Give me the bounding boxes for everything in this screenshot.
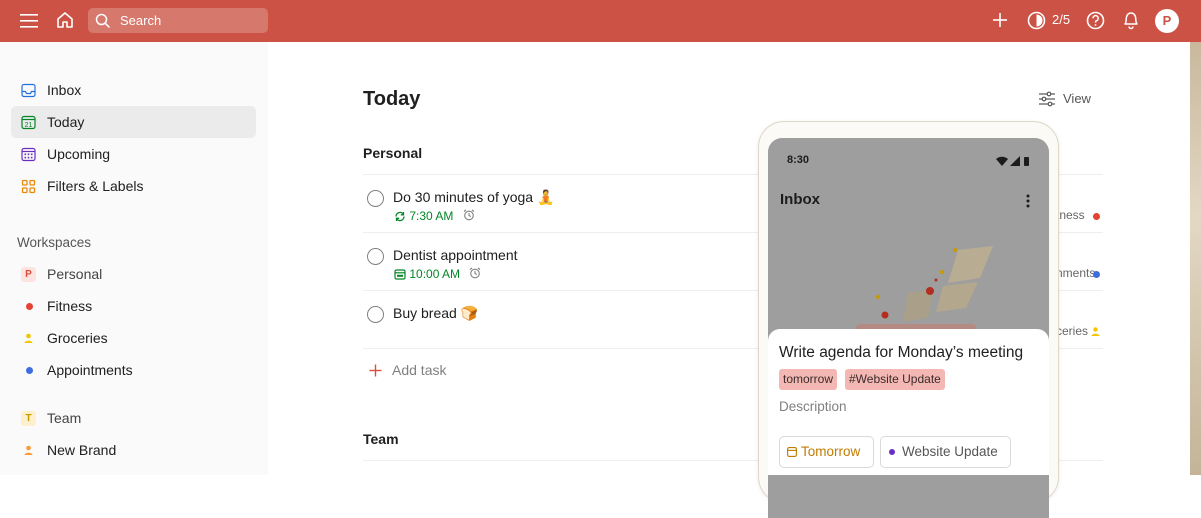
chip-project[interactable]: #Website Update xyxy=(845,369,945,390)
add-task-label: Add task xyxy=(392,362,447,378)
sidebar-item-today[interactable]: 21 Today xyxy=(11,106,256,138)
task-row[interactable]: Buy bread 🍞 xyxy=(363,299,783,349)
project-color-dot xyxy=(26,303,33,310)
calendar-today-icon: 21 xyxy=(21,115,36,130)
project-color-dot xyxy=(1093,271,1100,278)
task-checkbox[interactable] xyxy=(367,248,384,265)
filters-grid-icon xyxy=(21,179,36,194)
help-icon[interactable] xyxy=(1086,11,1105,30)
sidebar-item-label: Filters & Labels xyxy=(47,178,144,194)
view-settings-icon xyxy=(1039,91,1055,107)
sidebar-item-label: Personal xyxy=(47,266,103,282)
section-title-personal: Personal xyxy=(363,145,423,161)
search-placeholder: Search xyxy=(120,13,162,28)
task-project-tag[interactable]: ceries xyxy=(1056,324,1104,340)
sidebar-item-personal[interactable]: P Personal xyxy=(11,258,256,290)
sidebar-item-fitness[interactable]: Fitness xyxy=(11,290,256,322)
home-icon[interactable] xyxy=(55,10,75,30)
task-checkbox[interactable] xyxy=(367,190,384,207)
sheet-task-title[interactable]: Write agenda for Monday’s meeting xyxy=(779,344,1023,362)
window-edge-background xyxy=(1190,42,1201,475)
task-row[interactable]: Do 30 minutes of yoga 🧘 7:30 AM xyxy=(363,183,783,233)
search-input[interactable]: Search xyxy=(88,8,268,33)
sidebar-item-team[interactable]: T Team xyxy=(11,402,256,434)
alarm-icon xyxy=(469,267,481,279)
project-color-dot xyxy=(889,449,895,455)
recurring-icon xyxy=(395,211,405,222)
view-button[interactable]: View xyxy=(1038,88,1100,110)
productivity-icon[interactable] xyxy=(1027,11,1046,30)
menu-icon[interactable] xyxy=(20,13,38,29)
person-icon xyxy=(1091,327,1100,336)
task-title[interactable]: Do 30 minutes of yoga 🧘 xyxy=(393,189,554,206)
sidebar-item-appointments[interactable]: Appointments xyxy=(11,354,256,386)
calendar-grid-icon xyxy=(21,147,36,162)
search-icon xyxy=(95,13,111,29)
person-icon xyxy=(24,445,33,455)
person-icon xyxy=(24,333,33,343)
calendar-icon xyxy=(394,269,406,280)
sidebar-item-inbox[interactable]: Inbox xyxy=(11,74,256,106)
due-date-pill[interactable]: Tomorrow xyxy=(779,436,874,468)
svg-text:21: 21 xyxy=(25,122,33,129)
top-bar: Search 2/5 P xyxy=(0,0,1201,42)
workspaces-heading: Workspaces xyxy=(17,235,92,250)
sidebar-item-upcoming[interactable]: Upcoming xyxy=(11,138,256,170)
task-title[interactable]: Dentist appointment xyxy=(393,247,518,263)
phone-status-icons xyxy=(996,156,1029,166)
view-label: View xyxy=(1063,91,1091,106)
notifications-bell-icon[interactable] xyxy=(1122,10,1140,30)
sidebar-item-new-brand[interactable]: New Brand xyxy=(11,434,256,466)
sidebar-item-filters-labels[interactable]: Filters & Labels xyxy=(11,170,256,202)
team-workspace-icon: T xyxy=(21,411,36,426)
chip-date[interactable]: tomorrow xyxy=(779,369,838,390)
more-vertical-icon[interactable] xyxy=(1025,193,1031,209)
project-color-dot xyxy=(26,367,33,374)
phone-screen-title: Inbox xyxy=(780,191,820,208)
sidebar-item-label: New Brand xyxy=(47,442,117,458)
sidebar-item-label: Groceries xyxy=(47,330,108,346)
sidebar-item-label: Upcoming xyxy=(47,146,111,162)
task-project-tag[interactable]: nments xyxy=(1056,266,1104,282)
add-task-button[interactable]: Add task xyxy=(363,360,563,382)
task-checkbox[interactable] xyxy=(367,306,384,323)
calendar-icon xyxy=(787,447,797,457)
description-field[interactable]: Description xyxy=(779,399,847,414)
plus-icon xyxy=(369,364,382,377)
section-title-team: Team xyxy=(363,431,399,447)
sidebar-item-label: Today xyxy=(47,114,85,130)
project-color-dot xyxy=(1093,213,1100,220)
task-due-time[interactable]: 7:30 AM xyxy=(394,209,453,223)
phone-clock: 8:30 xyxy=(787,154,810,166)
alarm-icon xyxy=(463,209,475,221)
karma-count[interactable]: 2/5 xyxy=(1052,12,1070,27)
inbox-icon xyxy=(21,83,36,98)
empty-state-illustration xyxy=(856,246,993,338)
sidebar-item-label: Team xyxy=(47,410,82,426)
task-project-tag[interactable]: tness xyxy=(1056,208,1104,224)
sidebar-item-label: Appointments xyxy=(47,362,133,378)
task-row[interactable]: Dentist appointment 10:00 AM xyxy=(363,241,783,291)
sidebar-item-groceries[interactable]: Groceries xyxy=(11,322,256,354)
task-due-time[interactable]: 10:00 AM xyxy=(394,267,460,281)
page-title: Today xyxy=(363,88,421,110)
task-quick-add-sheet: Write agenda for Monday’s meeting tomorr… xyxy=(768,329,1049,475)
avatar[interactable]: P xyxy=(1155,9,1179,33)
add-icon[interactable] xyxy=(991,11,1009,29)
task-title[interactable]: Buy bread 🍞 xyxy=(393,305,478,322)
sidebar-item-label: Inbox xyxy=(47,82,82,98)
project-pill[interactable]: Website Update xyxy=(880,436,1011,468)
personal-workspace-icon: P xyxy=(21,267,36,282)
sidebar-item-label: Fitness xyxy=(47,298,93,314)
sidebar: Inbox 21 Today Upcoming Filters & Labels… xyxy=(0,42,268,475)
